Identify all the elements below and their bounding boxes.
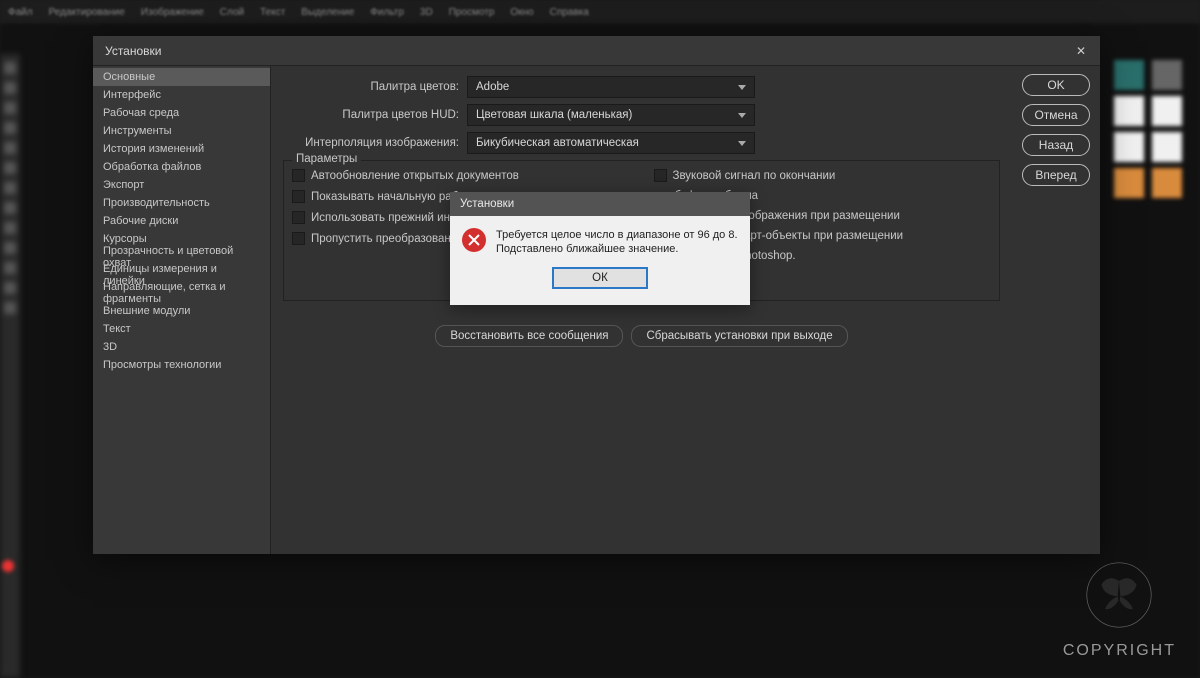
sidebar-item[interactable]: 3D xyxy=(93,338,270,356)
option-label: Звуковой сигнал по окончании xyxy=(673,170,836,182)
swatch[interactable] xyxy=(1114,168,1144,198)
option-label: Пропустить преобразовани xyxy=(311,233,457,245)
checkbox[interactable] xyxy=(654,169,667,182)
option-label: Использовать прежний инт xyxy=(311,212,455,224)
interpolation-label: Интерполяция изображения: xyxy=(283,137,467,149)
sidebar-item[interactable]: Рабочие диски xyxy=(93,212,270,230)
checkbox[interactable] xyxy=(292,190,305,203)
reset-messages-button[interactable]: Восстановить все сообщения xyxy=(435,325,623,347)
menu-item[interactable]: Редактирование xyxy=(49,7,125,18)
menu-item[interactable]: Просмотр xyxy=(449,7,495,18)
checkbox[interactable] xyxy=(292,169,305,182)
select-value: Бикубическая автоматическая xyxy=(476,137,639,149)
option-row: Звуковой сигнал по окончании xyxy=(654,169,992,182)
menu-item[interactable]: Выделение xyxy=(301,7,354,18)
swatch[interactable] xyxy=(1114,60,1144,90)
dialog-buttons: OK Отмена Назад Вперед xyxy=(1012,66,1100,554)
sidebar-item[interactable]: Направляющие, сетка и фрагменты xyxy=(93,284,270,302)
preferences-sidebar: ОсновныеИнтерфейсРабочая средаИнструмент… xyxy=(93,66,271,554)
error-icon xyxy=(462,228,486,252)
swatch[interactable] xyxy=(1152,132,1182,162)
menu-item[interactable]: Изображение xyxy=(141,7,204,18)
sidebar-item[interactable]: Обработка файлов xyxy=(93,158,270,176)
alert-dialog: Установки Требуется целое число в диапаз… xyxy=(450,192,750,305)
preferences-content: Палитра цветов: Adobe Палитра цветов HUD… xyxy=(271,66,1012,554)
swatch[interactable] xyxy=(1152,168,1182,198)
toolbar xyxy=(0,54,20,678)
close-icon[interactable]: ✕ xyxy=(1074,44,1088,58)
chevron-down-icon xyxy=(738,85,746,90)
menu-item[interactable]: Окно xyxy=(510,7,533,18)
sidebar-item[interactable]: Производительность xyxy=(93,194,270,212)
dialog-title-text: Установки xyxy=(105,44,161,58)
checkbox[interactable] xyxy=(292,232,305,245)
dialog-titlebar: Установки ✕ xyxy=(93,36,1100,66)
select-value: Adobe xyxy=(476,81,509,93)
menu-item[interactable]: Текст xyxy=(260,7,285,18)
butterfly-logo xyxy=(1084,560,1154,630)
color-chip xyxy=(2,560,14,572)
alert-ok-button[interactable]: ОК xyxy=(552,267,648,289)
alert-message: Требуется целое число в диапазоне от 96 … xyxy=(496,228,738,257)
prev-button[interactable]: Назад xyxy=(1022,134,1090,156)
option-row: Автообновление открытых документов xyxy=(292,169,630,182)
menu-item[interactable]: Файл xyxy=(8,7,33,18)
interpolation-select[interactable]: Бикубическая автоматическая xyxy=(467,132,755,154)
chevron-down-icon xyxy=(738,113,746,118)
sidebar-item[interactable]: Рабочая среда xyxy=(93,104,270,122)
copyright-text: COPYRIGHT xyxy=(1063,642,1176,660)
sidebar-item[interactable]: Инструменты xyxy=(93,122,270,140)
cancel-button[interactable]: Отмена xyxy=(1022,104,1090,126)
color-picker-label: Палитра цветов: xyxy=(283,81,467,93)
ok-button[interactable]: OK xyxy=(1022,74,1090,96)
option-label: Автообновление открытых документов xyxy=(311,170,519,182)
swatch[interactable] xyxy=(1152,60,1182,90)
menu-item[interactable]: Справка xyxy=(550,7,589,18)
menu-item[interactable]: Фильтр xyxy=(370,7,404,18)
sidebar-item[interactable]: История изменений xyxy=(93,140,270,158)
checkbox[interactable] xyxy=(292,211,305,224)
sidebar-item[interactable]: Основные xyxy=(93,68,270,86)
next-button[interactable]: Вперед xyxy=(1022,164,1090,186)
select-value: Цветовая шкала (маленькая) xyxy=(476,109,632,121)
sidebar-item[interactable]: Просмотры технологии xyxy=(93,356,270,374)
menu-item[interactable]: Слой xyxy=(220,7,244,18)
hud-select[interactable]: Цветовая шкала (маленькая) xyxy=(467,104,755,126)
chevron-down-icon xyxy=(738,141,746,146)
swatch[interactable] xyxy=(1114,132,1144,162)
sidebar-item[interactable]: Текст xyxy=(93,320,270,338)
color-picker-select[interactable]: Adobe xyxy=(467,76,755,98)
hud-label: Палитра цветов HUD: xyxy=(283,109,467,121)
alert-titlebar: Установки xyxy=(450,192,750,216)
swatches-panel xyxy=(1114,60,1184,198)
swatch[interactable] xyxy=(1114,96,1144,126)
swatch[interactable] xyxy=(1152,96,1182,126)
menu-item[interactable]: 3D xyxy=(420,7,433,18)
reset-on-exit-button[interactable]: Сбрасывать установки при выходе xyxy=(631,325,847,347)
app-menubar: Файл Редактирование Изображение Слой Тек… xyxy=(0,0,1200,24)
option-label: Показывать начальную раб xyxy=(311,191,458,203)
fieldset-legend: Параметры xyxy=(292,153,361,165)
sidebar-item[interactable]: Экспорт xyxy=(93,176,270,194)
sidebar-item[interactable]: Интерфейс xyxy=(93,86,270,104)
